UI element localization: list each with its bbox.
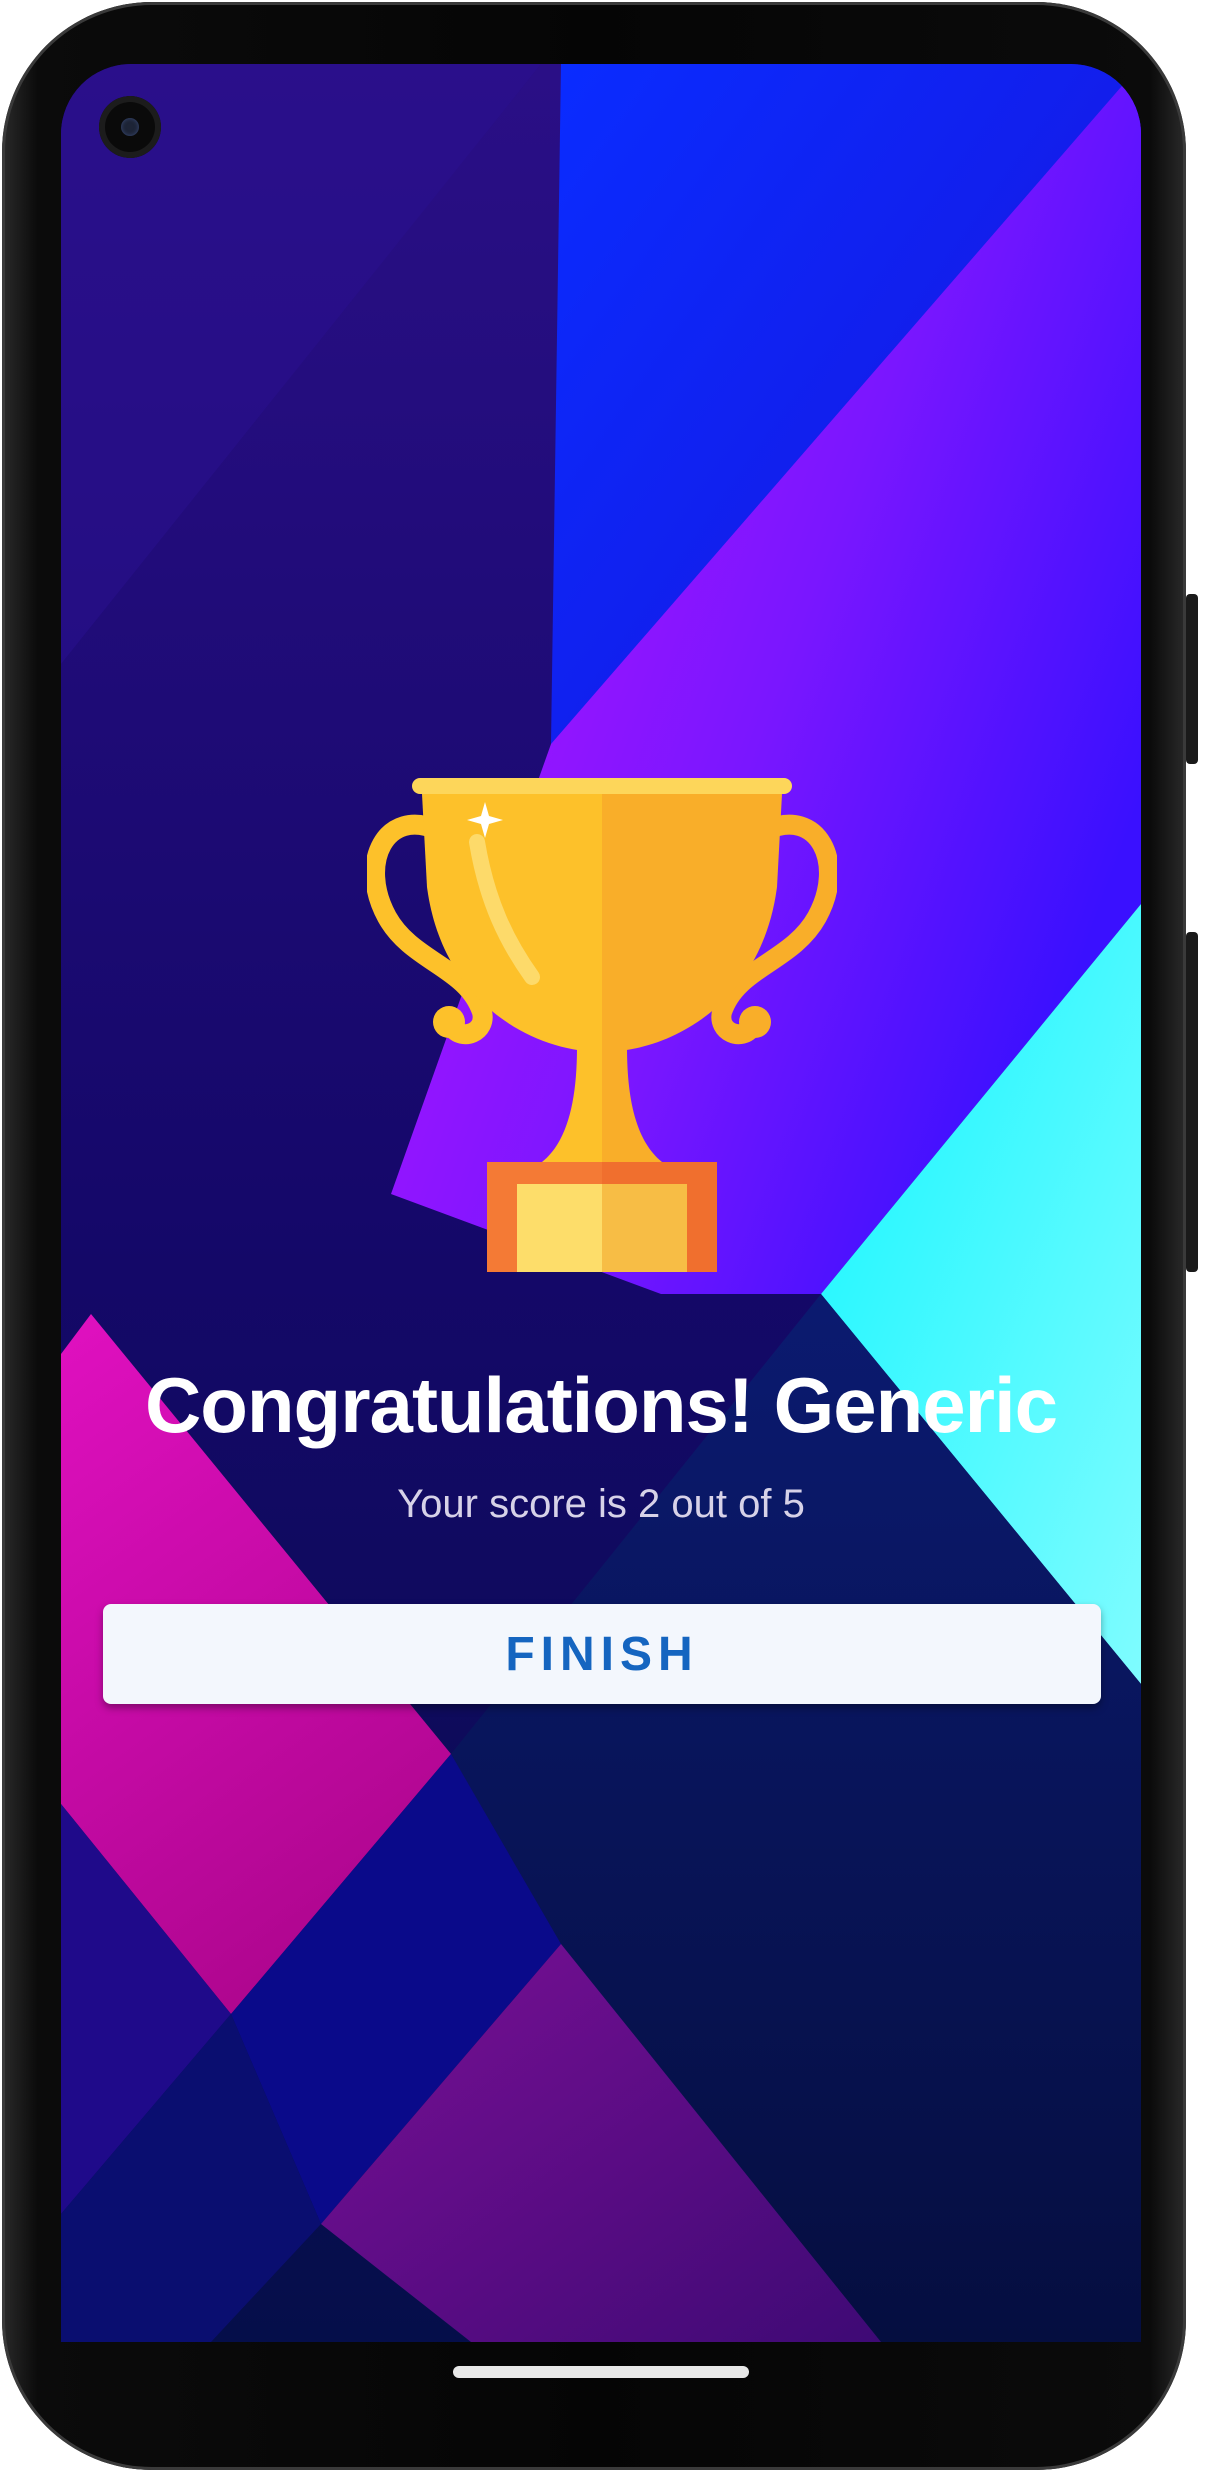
congratulations-title: Congratulations! Generic	[144, 1361, 1058, 1449]
phone-frame: Congratulations! Generic Your score is 2…	[2, 2, 1198, 2470]
front-camera	[99, 96, 161, 158]
score-text: Your score is 2 out of 5	[397, 1482, 805, 1526]
finish-button[interactable]: FINISH	[103, 1604, 1101, 1704]
app-screen: Congratulations! Generic Your score is 2…	[61, 64, 1141, 2342]
volume-button	[1186, 594, 1198, 764]
home-indicator[interactable]	[453, 2366, 749, 2378]
power-button	[1186, 932, 1198, 1272]
trophy-icon	[367, 778, 837, 1272]
